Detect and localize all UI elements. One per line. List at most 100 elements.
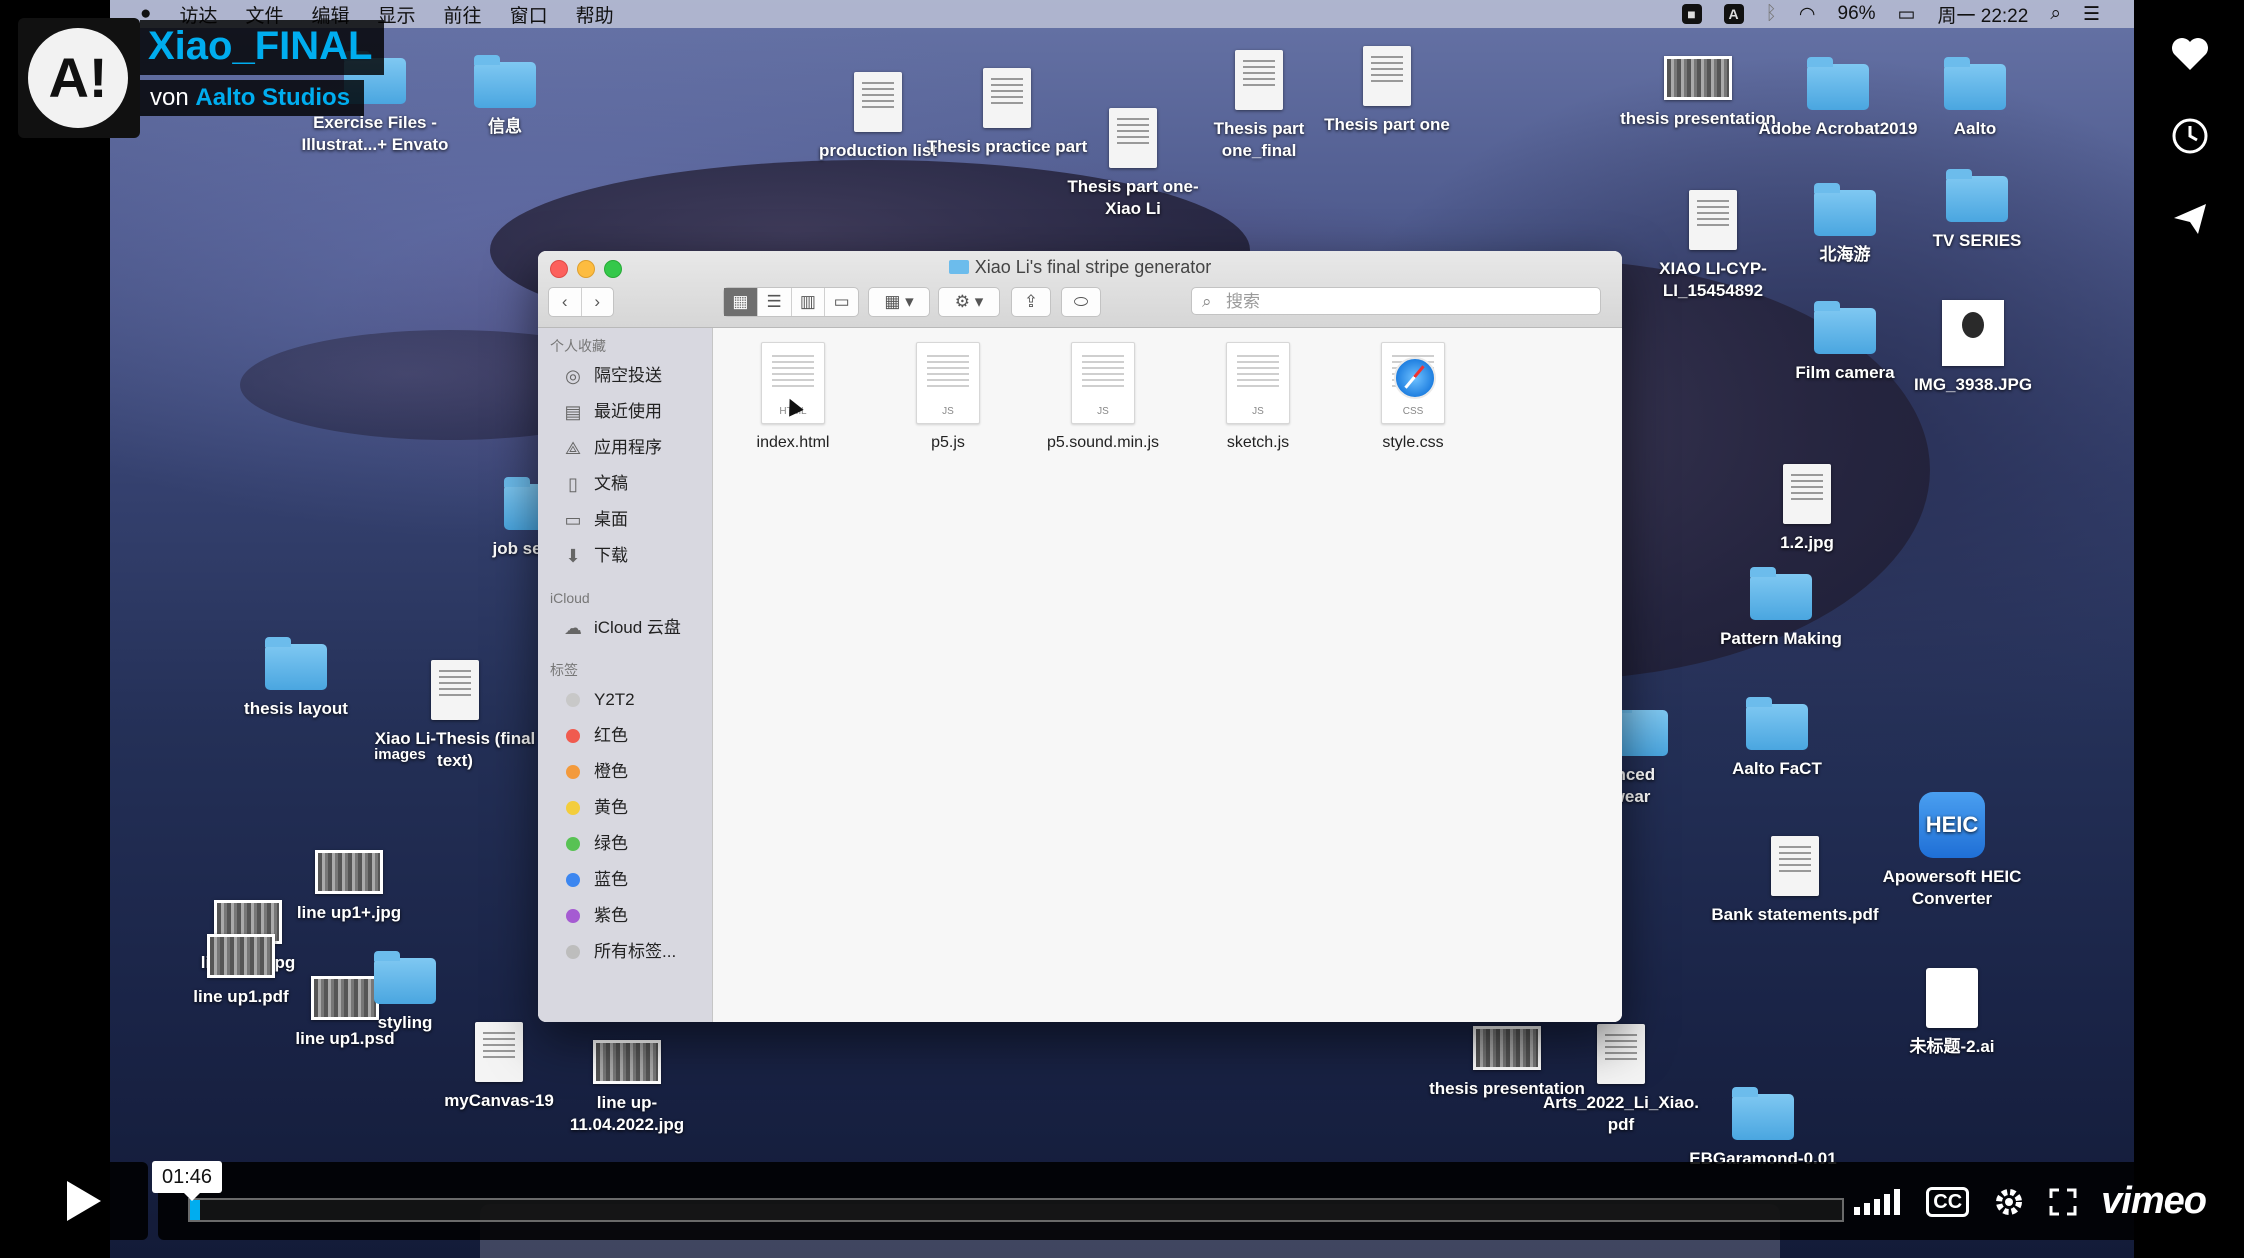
battery-icon[interactable]: ▭ [1898,3,1916,26]
nav-buttons: ‹ › [548,287,614,317]
spotlight-icon[interactable]: ⌕ [2050,3,2061,25]
desktop-item-apowersoft[interactable]: HEIC Apowersoft HEIC Converter [1867,792,2037,910]
sidebar-item-desktop[interactable]: ▭ 桌面 [538,502,712,538]
sidebar-item-label: 蓝色 [594,870,628,889]
group-button[interactable]: ▦ ▾ [868,287,930,317]
desktop-item-aalto-fact[interactable]: Aalto FaCT [1692,697,1862,780]
desktop-item-img-3938[interactable]: IMG_3938.JPG [1888,300,2058,396]
input-method-icon[interactable]: A [1723,4,1744,24]
list-view-icon[interactable]: ☰ [756,288,791,316]
gallery-view-icon[interactable]: ▭ [824,288,858,316]
menu-window[interactable]: 窗口 [510,1,548,28]
desktop-item-pattern-making[interactable]: Pattern Making [1696,567,1866,650]
tags-button[interactable]: ⬭ [1061,287,1101,317]
tag-dot-icon [566,837,580,851]
sidebar-item-airdrop[interactable]: ◎ 隔空投送 [538,358,712,394]
progress-bar[interactable] [188,1198,1844,1222]
sidebar-tag-y2t2[interactable]: Y2T2 [538,682,712,718]
play-button[interactable] [18,1162,148,1240]
sidebar-item-documents[interactable]: ▯ 文稿 [538,466,712,502]
action-button[interactable]: ⚙ ▾ [938,287,1000,317]
file-item-p5-sound[interactable]: JS p5.sound.min.js [1033,342,1173,452]
document-icon [854,72,902,132]
sidebar-item-label: 隔空投送 [594,366,662,385]
sidebar-item-label: 桌面 [594,510,628,529]
back-button[interactable]: ‹ [549,288,581,316]
file-item-sketch-js[interactable]: JS sketch.js [1188,342,1328,452]
notification-center-icon[interactable]: ☰ [2083,3,2100,26]
author-link[interactable]: Aalto Studios [195,84,350,111]
desktop-item-bank[interactable]: Bank statements.pdf [1710,836,1880,926]
js-file-icon: JS [1226,342,1290,424]
desktop-item-aalto[interactable]: Aalto [1890,57,2060,140]
desktop-item-label: Pattern Making [1720,629,1842,648]
folder-icon [1750,567,1812,620]
desktop-item-thesis-part-one[interactable]: Thesis part one [1302,46,1472,136]
file-item-p5-js[interactable]: JS p5.js [878,342,1018,452]
sidebar-item-label: iCloud 云盘 [594,618,681,637]
sidebar-tag-orange[interactable]: 橙色 [538,754,712,790]
fullscreen-icon[interactable] [2049,1188,2077,1216]
column-view-icon[interactable]: ▥ [790,288,825,316]
gear-icon: ⚙ ▾ [954,292,984,311]
sidebar-tag-all[interactable]: 所有标签... [538,934,712,970]
desktop-item-one-two-jpg[interactable]: 1.2.jpg [1722,464,1892,554]
desktop-item-arts-pdf[interactable]: Arts_2022_Li_Xiao. pdf [1536,1024,1706,1136]
menubar-clock[interactable]: 周一 22:22 [1937,1,2028,28]
file-name: p5.js [931,434,965,451]
clock-icon [2172,118,2208,154]
sidebar-tag-purple[interactable]: 紫色 [538,898,712,934]
icon-view-icon[interactable]: ▦ [724,288,757,316]
desktop-item-untitled-ai[interactable]: 未标题-2.ai [1867,968,2037,1058]
folder-icon [474,55,536,108]
settings-icon[interactable] [1993,1186,2025,1218]
video-title[interactable]: Xiao_FINAL [140,20,385,75]
file-item-style-css[interactable]: CSS style.css [1343,342,1483,452]
sidebar-item-applications[interactable]: ⟁ 应用程序 [538,430,712,466]
wifi-icon[interactable]: ◠ [1799,3,1816,26]
file-ext-label: JS [1097,406,1109,417]
folder-icon [1946,169,2008,222]
sidebar-item-recents[interactable]: ▤ 最近使用 [538,394,712,430]
bluetooth-icon[interactable]: ᛒ [1766,3,1777,25]
desktop-item-xinxi[interactable]: 信息 [420,55,590,138]
desktop-item-images[interactable]: images [350,744,450,766]
watch-later-button[interactable] [2154,100,2226,172]
sidebar-item-icloud-drive[interactable]: ☁ iCloud 云盘 [538,610,712,646]
desktop-item-label: Bank statements.pdf [1711,905,1879,924]
vimeo-logo[interactable]: vimeo [2101,1180,2207,1223]
desktop-item-thesis-layout[interactable]: thesis layout [211,637,381,720]
desktop-item-line-date[interactable]: line up-11.04.2022.jpg [542,1040,712,1136]
folder-icon [1807,57,1869,110]
share-button[interactable]: ⇪ [1011,287,1051,317]
sidebar-tag-green[interactable]: 绿色 [538,826,712,862]
sidebar-item-label: 下载 [594,546,628,565]
airdrop-icon: ◎ [565,366,581,386]
desktop-item-tv-series[interactable]: TV SERIES [1892,169,2062,252]
search-input[interactable]: ⌕ 搜索 [1191,287,1601,315]
record-icon[interactable]: ■ [1681,4,1702,24]
downloads-icon: ⬇ [565,546,581,566]
quality-icon[interactable] [1854,1188,1902,1215]
channel-logo[interactable]: A! [18,18,140,138]
sidebar-tag-blue[interactable]: 蓝色 [538,862,712,898]
like-button[interactable] [2154,18,2226,90]
sidebar-tag-yellow[interactable]: 黄色 [538,790,712,826]
heart-icon [2172,38,2208,70]
image-thumbnail-icon [1473,1026,1541,1070]
tag-dot-icon [566,909,580,923]
menu-help[interactable]: 帮助 [576,1,614,28]
tag-dot-icon [566,729,580,743]
folder-icon [374,951,436,1004]
sidebar-tag-red[interactable]: 红色 [538,718,712,754]
file-ext-label: CSS [1402,406,1424,417]
file-name: p5.sound.min.js [1046,434,1160,451]
file-name: index.html [756,434,830,451]
forward-button[interactable]: › [580,288,614,316]
finder-titlebar[interactable]: Xiao Li's final stripe generator ‹ › ▦ ☰… [538,251,1622,328]
menu-go[interactable]: 前往 [444,1,482,28]
share-video-button[interactable] [2154,182,2226,254]
captions-button[interactable]: CC [1926,1186,1970,1217]
folder-icon [1814,301,1876,354]
sidebar-item-downloads[interactable]: ⬇ 下载 [538,538,712,574]
